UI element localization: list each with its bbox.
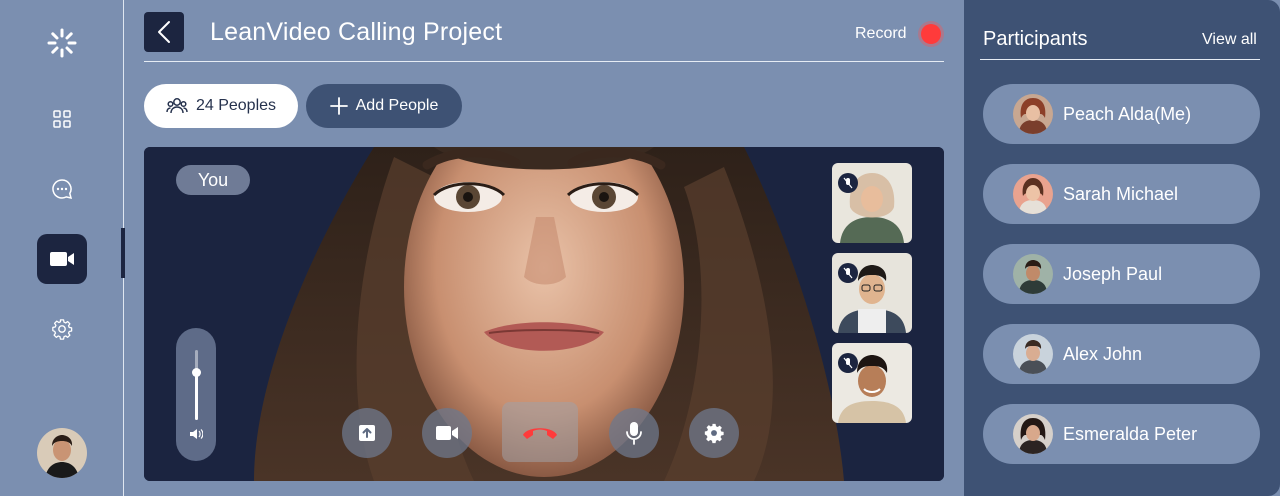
participant-item[interactable]: Alex John <box>983 324 1260 384</box>
divider <box>980 59 1260 60</box>
avatar[interactable] <box>37 428 87 478</box>
participant-thumbnail[interactable] <box>832 343 912 423</box>
microphone-icon <box>626 422 642 445</box>
microphone-off-icon <box>843 357 853 369</box>
share-screen-icon <box>359 425 375 441</box>
sidebar-item-settings[interactable] <box>37 304 87 354</box>
record-label: Record <box>855 25 907 42</box>
left-rail <box>0 0 125 496</box>
microphone-off-icon <box>843 177 853 189</box>
chevron-left-icon <box>158 21 170 43</box>
muted-badge <box>838 353 858 373</box>
sidebar-item-video[interactable] <box>37 234 87 284</box>
speaker-icon <box>190 429 203 439</box>
end-call-icon <box>523 428 557 439</box>
plus-icon <box>329 97 348 115</box>
participant-item[interactable]: Joseph Paul <box>983 244 1260 304</box>
avatar <box>1013 254 1053 294</box>
avatar <box>1013 334 1053 374</box>
avatar <box>1013 414 1053 454</box>
camera-toggle-button[interactable] <box>422 408 472 458</box>
avatar <box>1013 94 1053 134</box>
microphone-button[interactable] <box>609 408 659 458</box>
participants-title: Participants <box>983 28 1088 50</box>
sidebar-item-dashboard[interactable] <box>37 94 87 144</box>
settings-button[interactable] <box>689 408 739 458</box>
add-people-label: Add People <box>355 97 439 114</box>
gear-icon <box>52 319 73 340</box>
users-icon <box>166 98 188 114</box>
volume-slider[interactable] <box>176 328 216 461</box>
participant-name: Alex John <box>1063 343 1143 364</box>
participant-name: Peach Alda(Me) <box>1063 103 1192 124</box>
participant-item[interactable]: Peach Alda(Me) <box>983 84 1260 144</box>
muted-badge <box>838 263 858 283</box>
participant-thumbnail[interactable] <box>832 163 912 243</box>
add-people-button[interactable]: Add People <box>306 84 462 128</box>
participant-item[interactable]: Sarah Michael <box>983 164 1260 224</box>
peoples-button[interactable]: 24 Peoples <box>144 84 298 128</box>
loader-logo-icon <box>47 28 77 58</box>
page-title: LeanVideo Calling Project <box>210 18 503 46</box>
you-label: You <box>176 165 250 195</box>
muted-badge <box>838 173 858 193</box>
end-call-button[interactable] <box>502 402 578 462</box>
participant-name: Sarah Michael <box>1063 183 1179 204</box>
video-stage: You <box>144 147 944 481</box>
main-content: LeanVideo Calling Project Record 24 Peop… <box>124 0 964 496</box>
participants-panel: Participants View all Peach Alda(Me) Sar… <box>964 0 1280 496</box>
sidebar-item-chat[interactable] <box>37 164 87 214</box>
back-button[interactable] <box>144 12 184 52</box>
participant-name: Esmeralda Peter <box>1063 423 1198 444</box>
avatar <box>1013 174 1053 214</box>
peoples-count-label: 24 Peoples <box>195 97 277 114</box>
record-button[interactable] <box>921 24 941 44</box>
microphone-off-icon <box>843 267 853 279</box>
chat-icon <box>52 179 73 200</box>
divider <box>144 61 944 62</box>
participant-name: Joseph Paul <box>1063 263 1163 284</box>
gear-icon <box>704 423 724 444</box>
view-all-link[interactable]: View all <box>1202 31 1257 49</box>
participant-thumbnail[interactable] <box>832 253 912 333</box>
share-screen-button[interactable] <box>342 408 392 458</box>
volume-knob[interactable] <box>192 368 201 377</box>
video-camera-icon <box>50 252 74 266</box>
grid-icon <box>53 110 71 128</box>
participant-item[interactable]: Esmeralda Peter <box>983 404 1260 464</box>
video-camera-icon <box>436 426 458 440</box>
volume-fill <box>195 372 198 420</box>
